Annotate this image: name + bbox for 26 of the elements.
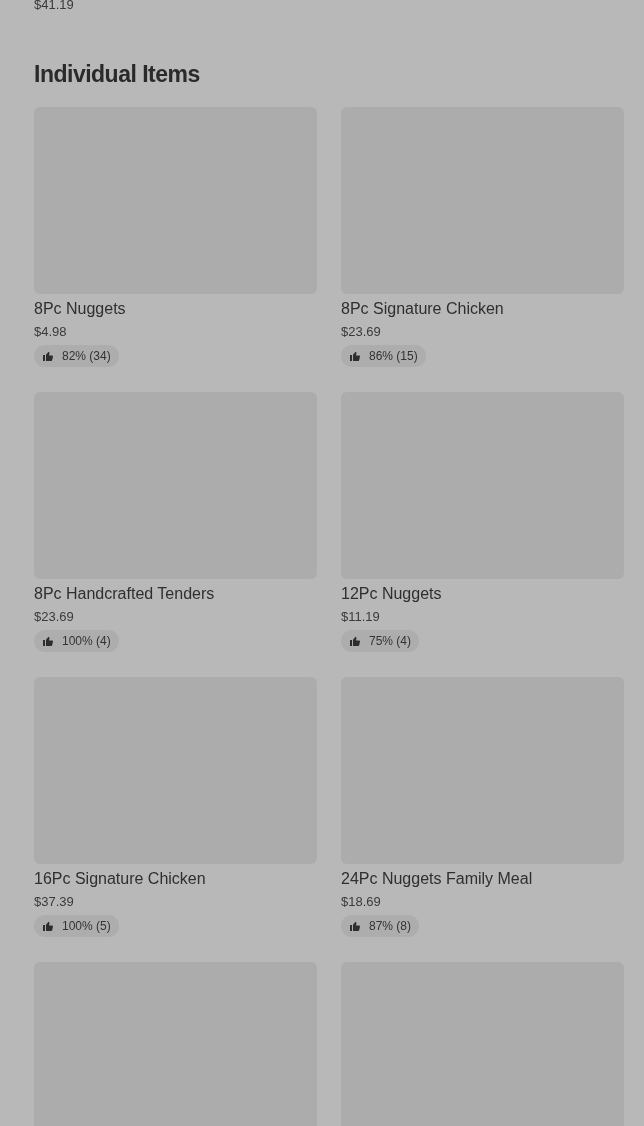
item-price: $4.98 [34,323,67,341]
rating-text: 100% (4) [62,633,111,650]
section-heading: Individual Items [34,60,201,88]
rating-text: 75% (4) [369,633,412,650]
thumbs-up-icon [349,635,361,647]
thumbs-up-icon [42,635,54,647]
item-price: $23.69 [34,608,74,626]
item-name: 8Pc Handcrafted Tenders [34,584,215,604]
item-price: $11.19 [341,608,380,626]
rating-text: 86% (15) [369,348,418,365]
rating-text: 100% (5) [62,918,111,935]
item-name: 24Pc Nuggets Family Meal [341,869,533,889]
item-name: 16Pc Signature Chicken [34,869,206,889]
thumbs-up-icon [42,350,54,362]
thumbs-up-icon [349,920,361,932]
item-name: 8Pc Signature Chicken [341,299,504,319]
item-price: $23.69 [341,323,381,341]
item-name: 12Pc Nuggets [341,584,442,604]
item-price: $18.69 [341,893,381,911]
rating-text: 87% (8) [369,918,412,935]
item-name: 8Pc Nuggets [34,299,126,319]
item-price: $41.19 [34,0,74,12]
rating-text: 82% (34) [62,348,111,365]
thumbs-up-icon [349,350,361,362]
item-price: $37.39 [34,893,74,911]
thumbs-up-icon [42,920,54,932]
